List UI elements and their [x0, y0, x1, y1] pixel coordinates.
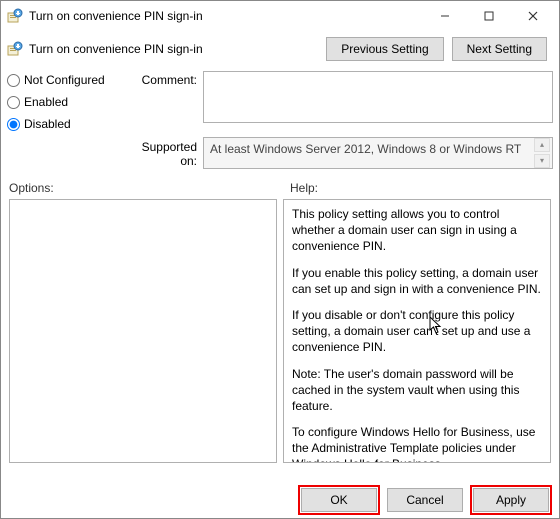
comment-label: Comment:: [129, 71, 199, 87]
chevron-down-icon[interactable]: ▾: [534, 154, 550, 168]
apply-button[interactable]: Apply: [473, 488, 549, 512]
window-minimize-button[interactable]: [423, 2, 467, 30]
cancel-button[interactable]: Cancel: [387, 488, 463, 512]
help-paragraph: Note: The user's domain password will be…: [292, 366, 542, 415]
ok-button[interactable]: OK: [301, 488, 377, 512]
radio-enabled-label: Enabled: [24, 95, 68, 109]
previous-setting-button[interactable]: Previous Setting: [326, 37, 443, 61]
options-pane: [9, 199, 277, 463]
supported-on-value: At least Windows Server 2012, Windows 8 …: [203, 137, 553, 169]
help-pane[interactable]: This policy setting allows you to contro…: [283, 199, 551, 463]
radio-disabled[interactable]: Disabled: [7, 117, 125, 131]
next-setting-button[interactable]: Next Setting: [452, 37, 547, 61]
radio-enabled[interactable]: Enabled: [7, 95, 125, 109]
help-paragraph: If you disable or don't configure this p…: [292, 307, 542, 356]
policy-icon: [7, 41, 23, 57]
help-paragraph: If you enable this policy setting, a dom…: [292, 265, 542, 297]
radio-disabled-input[interactable]: [7, 118, 20, 131]
radio-enabled-input[interactable]: [7, 96, 20, 109]
chevron-up-icon[interactable]: ▴: [534, 138, 550, 152]
state-radio-group: Not Configured Enabled Disabled: [7, 71, 125, 131]
window-close-button[interactable]: [511, 2, 555, 30]
window-titlebar: Turn on convenience PIN sign-in: [1, 1, 559, 31]
options-section-label: Options:: [9, 181, 280, 195]
help-paragraph: To configure Windows Hello for Business,…: [292, 424, 542, 463]
help-paragraph: This policy setting allows you to contro…: [292, 206, 542, 255]
supported-on-scrollbar[interactable]: ▴ ▾: [534, 138, 550, 168]
comment-textarea[interactable]: [203, 71, 553, 123]
window-title: Turn on convenience PIN sign-in: [29, 9, 423, 23]
radio-not-configured-input[interactable]: [7, 74, 20, 87]
window-maximize-button[interactable]: [467, 2, 511, 30]
supported-on-label: Supported on:: [129, 138, 199, 168]
radio-not-configured-label: Not Configured: [24, 73, 105, 87]
policy-title: Turn on convenience PIN sign-in: [29, 42, 326, 56]
radio-disabled-label: Disabled: [24, 117, 71, 131]
radio-not-configured[interactable]: Not Configured: [7, 73, 125, 87]
policy-icon: [7, 8, 23, 24]
help-section-label: Help:: [280, 181, 551, 195]
